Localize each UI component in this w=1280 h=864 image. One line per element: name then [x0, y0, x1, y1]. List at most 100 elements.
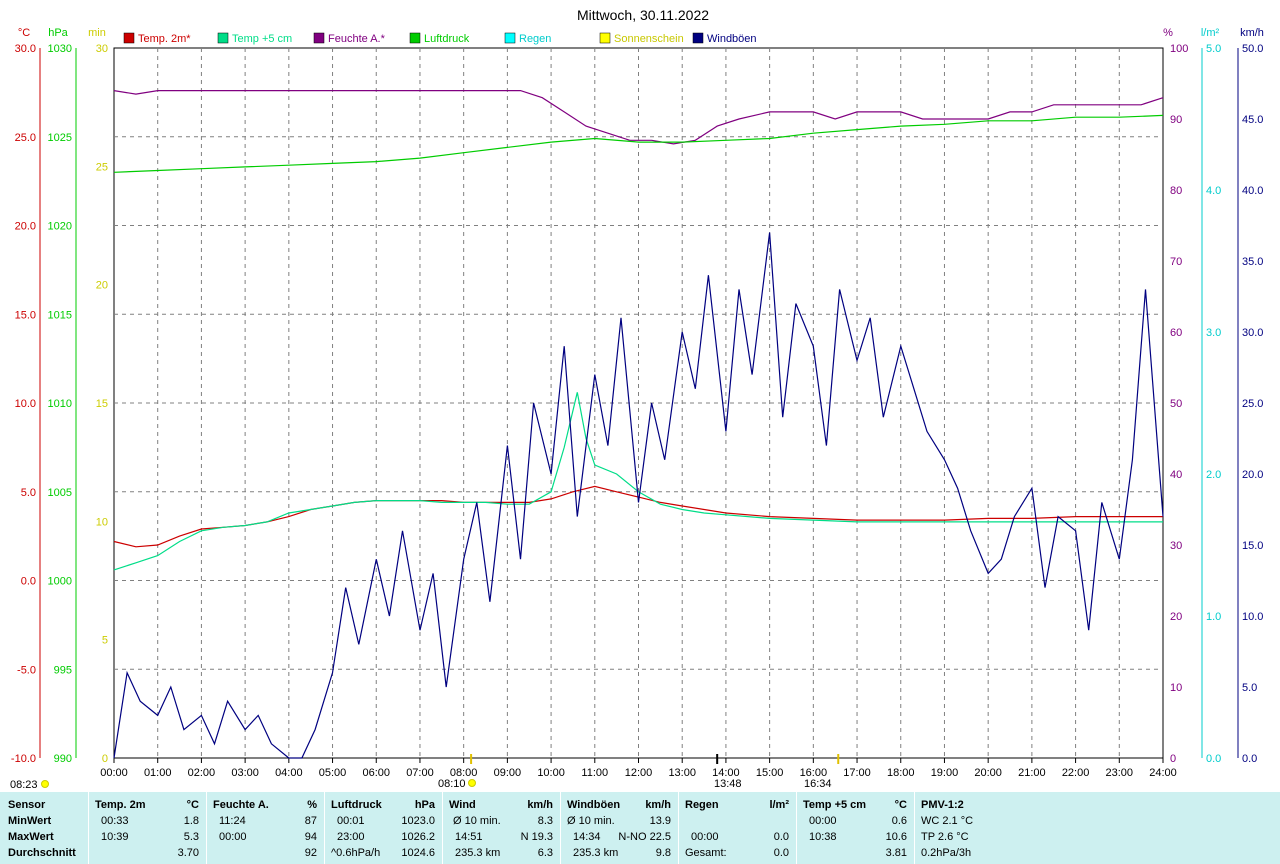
- legend-label: Sonnenschein: [614, 33, 684, 45]
- legend-label: Temp. 2m*: [138, 33, 191, 45]
- wind-axis-tick-label: 30.0: [1242, 327, 1263, 339]
- sun-axis-tick-label: 5: [102, 635, 108, 647]
- pressure-min: 1023.0: [401, 815, 435, 827]
- temp-axis-tick-label: 5.0: [21, 487, 36, 499]
- rain-axis-tick-label: 1.0: [1206, 611, 1221, 623]
- x-tick-label: 23:00: [1106, 767, 1134, 779]
- temp-axis-tick-label: -10.0: [11, 753, 36, 765]
- sun-axis-tick-label: 10: [96, 516, 108, 528]
- rain-total: 0.0: [773, 847, 789, 859]
- pressure-axis-tick-label: 995: [54, 664, 72, 676]
- wind-max-time: 14:51: [455, 831, 483, 843]
- temp5cm-unit: °C: [894, 799, 907, 811]
- temp2m-min: 1.8: [183, 815, 199, 827]
- temp2m-avg: 3.70: [177, 847, 199, 859]
- x-tick-label: 07:00: [406, 767, 434, 779]
- humidity-axis-tick-label: 60: [1170, 327, 1182, 339]
- humidity-axis-tick-label: 50: [1170, 398, 1182, 410]
- sunrise-line-label: 08:10: [438, 778, 466, 790]
- legend-swatch: [313, 32, 325, 44]
- legend-label: Windböen: [707, 33, 757, 45]
- pressure-unit-label: hPa: [48, 27, 68, 39]
- humidity-axis-tick-label: 70: [1170, 256, 1182, 268]
- pressure-axis-tick-label: 1030: [48, 43, 72, 55]
- stats-col-pressure: Luftdruck hPa 00:01 1023.0 23:00 1026.2 …: [324, 792, 443, 864]
- x-tick-label: 17:00: [843, 767, 871, 779]
- humidity-header: Feuchte A.: [213, 799, 269, 811]
- humidity-axis-tick-label: 10: [1170, 682, 1182, 694]
- pressure-axis-tick-label: 1025: [48, 132, 72, 144]
- gust-max-time: 14:34: [573, 831, 601, 843]
- temp2m-max-time: 10:39: [101, 831, 129, 843]
- wind-axis-tick-label: 45.0: [1242, 114, 1263, 126]
- temp-axis-tick-label: 0.0: [21, 576, 36, 588]
- sun-axis-tick-label: 20: [96, 280, 108, 292]
- temp2m-max: 5.3: [183, 831, 199, 843]
- pressure-axis-tick-label: 1020: [48, 221, 72, 233]
- stats-header-sensor: Sensor: [8, 799, 46, 811]
- stats-col-temp5cm: Temp +5 cm °C 00:00 0.6 10:38 10.6 3.81: [796, 792, 915, 864]
- humidity-axis-tick-label: 80: [1170, 185, 1182, 197]
- humidity-max: 94: [304, 831, 317, 843]
- wind-axis-tick-label: 50.0: [1242, 43, 1263, 55]
- gust-distance: 235.3 km: [573, 847, 619, 859]
- noon-label: 13:48: [714, 778, 742, 790]
- legend-swatch: [409, 32, 421, 44]
- x-tick-label: 21:00: [1018, 767, 1046, 779]
- x-tick-label: 00:00: [100, 767, 128, 779]
- sunrise-sun-icon: [41, 780, 49, 788]
- temp-axis-tick-label: -5.0: [17, 664, 36, 676]
- pressure-axis-tick-label: 1015: [48, 309, 72, 321]
- sun-axis-tick-label: 30: [96, 43, 108, 55]
- statistics-panel: Sensor MinWert MaxWert Durchschnitt Temp…: [0, 792, 1280, 864]
- stats-row-avg: Durchschnitt: [8, 847, 76, 859]
- x-tick-label: 10:00: [537, 767, 565, 779]
- rain-axis-tick-label: 5.0: [1206, 43, 1221, 55]
- humidity-unit: %: [307, 799, 317, 811]
- stats-col-temp2m: Temp. 2m °C 00:33 1.8 10:39 5.3 3.70: [88, 792, 207, 864]
- stats-row-max: MaxWert: [8, 831, 54, 843]
- temp5cm-min: 0.6: [891, 815, 907, 827]
- x-tick-label: 11:00: [581, 767, 608, 779]
- temp-unit-label: °C: [18, 27, 30, 39]
- pressure-max: 1026.2: [401, 831, 435, 843]
- sunrise-label: 08:23: [10, 779, 38, 791]
- legend-label: Regen: [519, 33, 551, 45]
- gust-unit: km/h: [645, 799, 671, 811]
- x-tick-label: 22:00: [1062, 767, 1090, 779]
- wind-axis-tick-label: 40.0: [1242, 185, 1263, 197]
- rain-max-time: 00:00: [691, 831, 719, 843]
- humidity-axis-tick-label: 90: [1170, 114, 1182, 126]
- gust-avg: 9.8: [655, 847, 671, 859]
- legend-label: Luftdruck: [424, 33, 470, 45]
- temp2m-unit: °C: [186, 799, 199, 811]
- rain-unit: l/m²: [769, 799, 789, 811]
- rain-header: Regen: [685, 799, 719, 811]
- legend-swatch: [123, 32, 135, 44]
- temp-axis-tick-label: 15.0: [15, 309, 36, 321]
- sun-unit-label: min: [88, 27, 106, 39]
- x-tick-label: 03:00: [231, 767, 259, 779]
- wind-unit-label: km/h: [1240, 27, 1264, 39]
- weather-chart: Mittwoch, 30.11.2022 Temp. 2m* Temp +5 cm…: [10, 7, 1264, 791]
- gust-header: Windböen: [567, 799, 621, 811]
- rain-axis-tick-label: 4.0: [1206, 185, 1221, 197]
- temp-axis-tick-label: 30.0: [15, 43, 36, 55]
- stats-col-pmv: PMV-1:2 WC 2.1 °C TP 2.6 °C 0.2hPa/3h: [914, 792, 1280, 864]
- chart-legend: Temp. 2m* Temp +5 cm Feuchte A.* Luftdruck R…: [123, 32, 757, 45]
- humidity-axis-tick-label: 40: [1170, 469, 1182, 481]
- pressure-trend: ^0.6hPa/h: [331, 847, 381, 859]
- pressure-unit: hPa: [414, 799, 435, 811]
- wind-max-dir: N 19.3: [520, 831, 553, 843]
- x-tick-label: 01:00: [144, 767, 172, 779]
- wind-axis-tick-label: 10.0: [1242, 611, 1263, 623]
- series-line: [113, 232, 1164, 759]
- humidity-avg: 92: [304, 847, 317, 859]
- sun-axis-tick-label: 15: [96, 398, 108, 410]
- pmv-header: PMV-1:2: [921, 799, 964, 811]
- stats-col-sensor: Sensor MinWert MaxWert Durchschnitt: [0, 792, 88, 864]
- temp5cm-min-time: 00:00: [809, 815, 837, 827]
- wind-axis-tick-label: 20.0: [1242, 469, 1263, 481]
- wind-avg10: 8.3: [537, 815, 553, 827]
- wind-distance: 235.3 km: [455, 847, 501, 859]
